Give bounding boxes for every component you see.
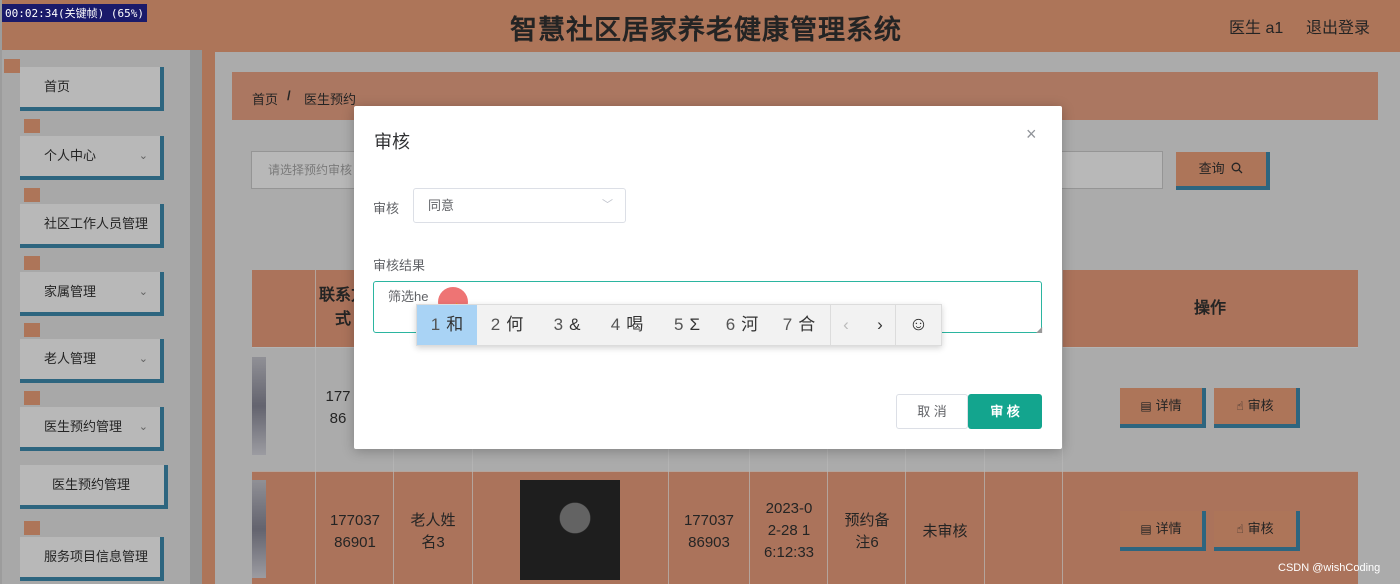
ime-candidate[interactable]: 2何 <box>477 305 537 345</box>
ime-candidate[interactable]: 6河 <box>712 305 772 345</box>
resize-handle-icon[interactable]: ◢ <box>1036 325 1042 334</box>
watermark: CSDN @wishCoding <box>1278 562 1381 574</box>
dialog-title: 审核 <box>374 132 410 152</box>
chevron-right-icon[interactable]: › <box>865 305 895 345</box>
recording-indicator: 00:02:34(关键帧) (65%) <box>2 4 147 22</box>
audit-select-value: 同意 <box>428 198 455 213</box>
chevron-left-icon[interactable]: ‹ <box>831 305 861 345</box>
ime-candidate[interactable]: 3 & <box>537 305 597 345</box>
cancel-button[interactable]: 取 消 <box>896 394 968 429</box>
audit-select[interactable]: 同意 ﹀ <box>413 188 626 223</box>
ime-candidate[interactable]: 5Σ <box>657 305 717 345</box>
emoji-icon[interactable]: ☺ <box>896 305 941 345</box>
ime-candidate[interactable]: 1和 <box>417 305 477 345</box>
chevron-down-icon: ﹀ <box>602 199 613 211</box>
close-icon[interactable]: × <box>1026 124 1037 145</box>
result-label: 审核结果 <box>373 258 426 273</box>
audit-label: 审核 <box>373 201 400 216</box>
ime-candidate[interactable]: 4喝 <box>597 305 657 345</box>
audit-dialog: 审核 × 审核 同意 ﹀ 审核结果 筛选he ◢ 取 消 审 核 <box>354 106 1062 449</box>
confirm-audit-button[interactable]: 审 核 <box>968 394 1042 429</box>
ime-candidate[interactable]: 7合 <box>769 305 829 345</box>
ime-candidate-bar: 1和 2何 3 & 4喝 5Σ 6河 7合 ‹ › ☺ <box>416 304 942 346</box>
